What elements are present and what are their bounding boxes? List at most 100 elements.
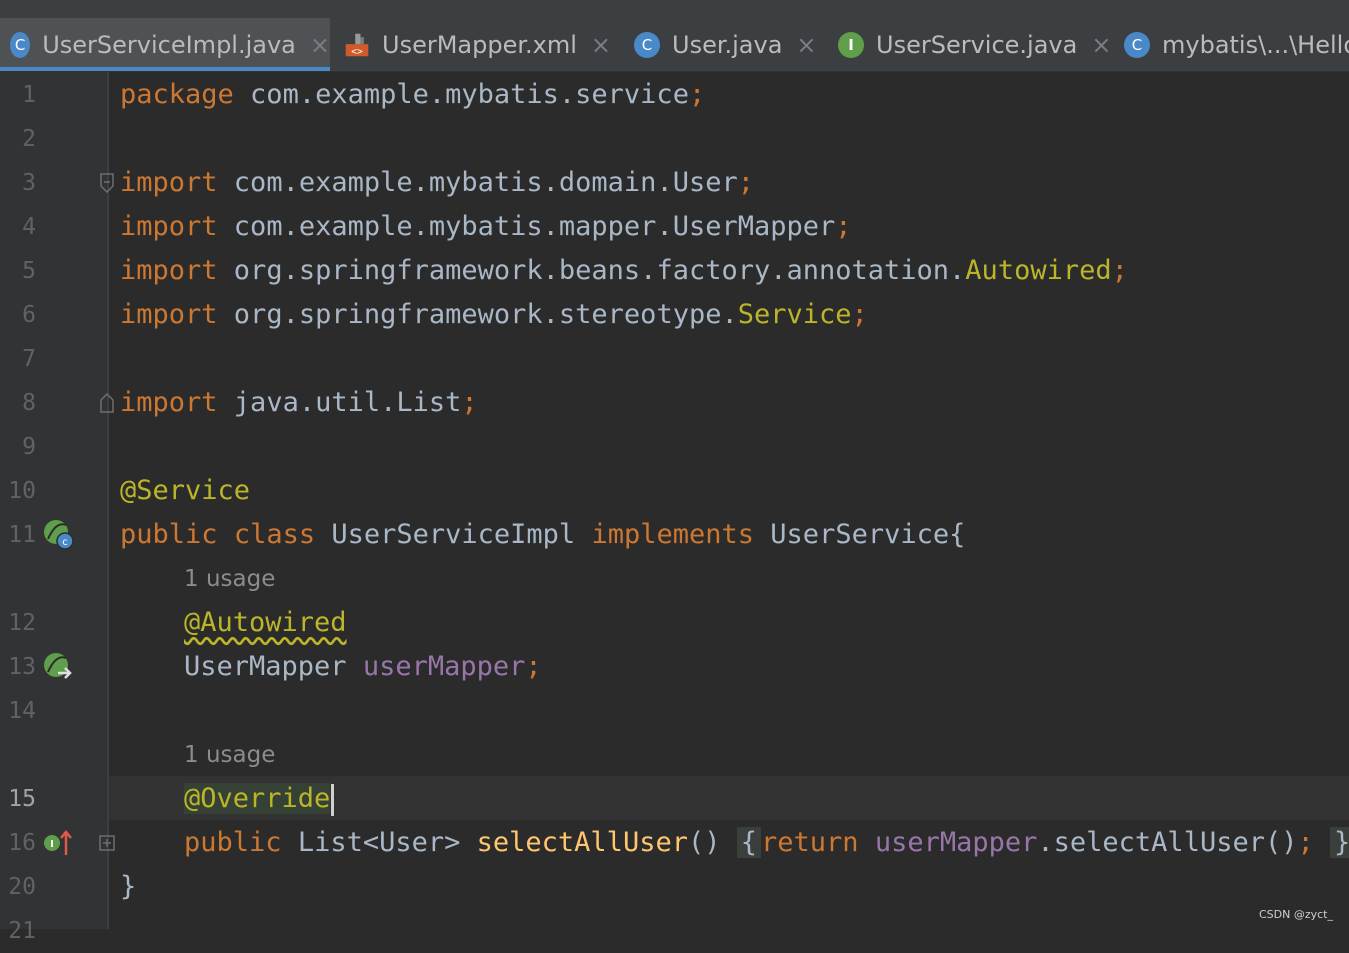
fold-start-icon[interactable] — [99, 173, 115, 193]
import-path: org.springframework.stereotype. — [217, 299, 738, 330]
code-line-10[interactable]: 10 @Service — [0, 469, 1349, 513]
line-number: 4 — [22, 214, 36, 240]
keyword: import — [120, 299, 218, 330]
autowired-navigate-icon[interactable] — [42, 651, 76, 683]
usage-hint[interactable]: 1 usage — [184, 733, 275, 777]
watermark: CSDN @zyct_ — [1258, 908, 1333, 921]
code-line-15[interactable]: 15 @Override — [0, 777, 1349, 821]
folded-brace-close[interactable]: } — [1330, 827, 1349, 858]
line-number: 8 — [22, 390, 36, 416]
autowired-annotation: @Autowired — [184, 607, 347, 638]
code-text: import org.springframework.stereotype.Se… — [120, 293, 868, 337]
keyword: public — [184, 827, 282, 858]
keyword: package — [120, 79, 234, 110]
parameter-list: () — [687, 827, 721, 858]
type-name: UserMapper — [184, 651, 347, 682]
spring-bean-icon[interactable]: c — [42, 517, 76, 551]
code-text: @Override — [184, 777, 335, 821]
code-line-20[interactable]: 20 } — [0, 865, 1349, 909]
service-annotation: @Service — [120, 475, 251, 506]
line-number: 9 — [22, 434, 36, 460]
line-number: 2 — [22, 126, 36, 152]
code-line-13[interactable]: 13 UserMapper userMapper; — [0, 645, 1349, 689]
line-number: 20 — [8, 874, 36, 900]
code-text: public class UserServiceImpl implements … — [120, 513, 965, 557]
field-name: userMapper — [874, 827, 1038, 858]
code-line-21[interactable]: 21 — [0, 909, 1349, 953]
annotation-type: Service — [737, 299, 852, 330]
method-name: selectAllUser — [476, 827, 688, 858]
close-icon[interactable]: × — [310, 31, 330, 59]
code-line-5[interactable]: 5 import org.springframework.beans.facto… — [0, 249, 1349, 293]
line-number: 10 — [8, 478, 36, 504]
semicolon: ; — [1111, 255, 1128, 286]
keyword: import — [120, 211, 218, 242]
window-top-strip — [0, 0, 1349, 19]
usage-hint-row: 1 usage — [0, 557, 1349, 601]
code-line-14[interactable]: 14 — [0, 689, 1349, 733]
code-text: public List<User> selectAllUser() {retur… — [184, 821, 1349, 865]
package-name: com.example.mybatis.service — [233, 79, 689, 110]
semicolon: ; — [851, 299, 868, 330]
class-name: UserServiceImpl — [331, 519, 576, 550]
line-number: 3 — [22, 170, 36, 196]
class-icon: C — [10, 31, 31, 58]
usage-hint[interactable]: 1 usage — [184, 557, 275, 601]
line-number: 13 — [8, 654, 36, 680]
line-number: 21 — [8, 918, 36, 944]
method-call: .selectAllUser() — [1037, 827, 1298, 858]
line-number: 1 — [22, 82, 36, 108]
code-line-8[interactable]: 8 import java.util.List; — [0, 381, 1349, 425]
tab-user-java[interactable]: C User.java × — [634, 18, 824, 71]
close-icon[interactable]: × — [796, 31, 816, 59]
code-line-2[interactable]: 2 — [0, 117, 1349, 161]
semicolon: ; — [461, 387, 478, 418]
code-line-11[interactable]: 11 c public class UserServiceImpl implem… — [0, 513, 1349, 557]
line-number: 12 — [8, 610, 36, 636]
keyword: public — [120, 519, 218, 550]
keyword: class — [233, 519, 316, 550]
semicolon: ; — [1297, 827, 1314, 858]
code-line-4[interactable]: 4 import com.example.mybatis.mapper.User… — [0, 205, 1349, 249]
keyword: implements — [591, 519, 755, 550]
text-caret — [331, 783, 335, 816]
semicolon: ; — [737, 167, 754, 198]
fold-end-icon[interactable] — [99, 393, 115, 413]
import-path: com.example.mybatis.domain.User — [217, 167, 738, 198]
svg-text:<>: <> — [351, 46, 363, 57]
usage-hint-row: 1 usage — [0, 733, 1349, 777]
code-line-7[interactable]: 7 — [0, 337, 1349, 381]
close-icon[interactable]: × — [1091, 31, 1111, 59]
implements-method-icon[interactable]: I — [42, 829, 74, 857]
tab-userserviceimpl[interactable]: C UserServiceImpl.java × — [0, 18, 330, 71]
line-number: 15 — [8, 786, 36, 812]
code-text: UserMapper userMapper; — [184, 645, 542, 689]
code-line-1[interactable]: 1 package com.example.mybatis.service; — [0, 73, 1349, 117]
override-annotation: @Override — [184, 783, 331, 814]
code-line-9[interactable]: 9 — [0, 425, 1349, 469]
field-name: userMapper — [362, 651, 526, 682]
line-number: 14 — [8, 698, 36, 724]
code-text: import com.example.mybatis.mapper.UserMa… — [120, 205, 852, 249]
line-number: 5 — [22, 258, 36, 284]
code-line-3[interactable]: 3 import com.example.mybatis.domain.User… — [0, 161, 1349, 205]
active-tab-indicator — [0, 67, 330, 71]
tab-label: User.java — [672, 30, 783, 59]
code-line-16[interactable]: 16 I public List<User> selectAllUser() {… — [0, 821, 1349, 865]
return-type: List<User> — [297, 827, 461, 858]
semicolon: ; — [688, 79, 706, 110]
annotation-type: Autowired — [965, 255, 1112, 286]
folded-brace-open[interactable]: { — [736, 827, 762, 858]
code-line-12[interactable]: 12 @Autowired — [0, 601, 1349, 645]
keyword: import — [120, 255, 218, 286]
tab-usermapper-xml[interactable]: <> UserMapper.xml × — [344, 18, 614, 71]
tab-hello[interactable]: C mybatis\...\Hello — [1124, 18, 1349, 71]
xml-icon: <> — [344, 32, 370, 58]
interface-name: UserService{ — [770, 519, 966, 550]
fold-expand-icon[interactable] — [99, 834, 115, 854]
tab-label: UserMapper.xml — [382, 30, 577, 59]
tab-userservice-java[interactable]: I UserService.java × — [838, 18, 1118, 71]
tab-label: UserService.java — [876, 30, 1078, 59]
code-line-6[interactable]: 6 import org.springframework.stereotype.… — [0, 293, 1349, 337]
close-icon[interactable]: × — [591, 31, 611, 59]
